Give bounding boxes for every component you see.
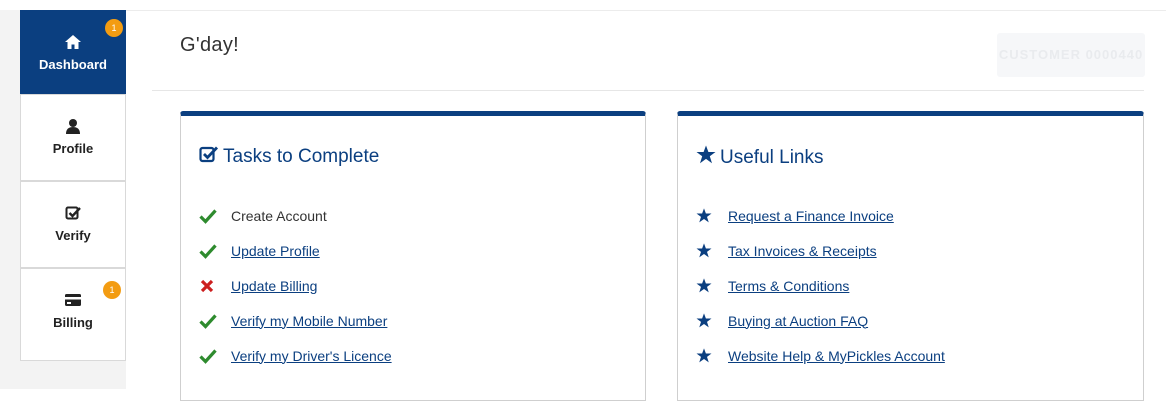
page-title: G'day! bbox=[180, 34, 239, 56]
sidebar-item-label: Dashboard bbox=[39, 57, 107, 72]
star-icon bbox=[696, 348, 728, 363]
update-billing-link[interactable]: Update Billing bbox=[231, 278, 317, 294]
list-item: Update Profile bbox=[199, 233, 392, 268]
star-icon bbox=[696, 145, 716, 170]
tasks-panel-title: Tasks to Complete bbox=[199, 145, 379, 169]
sidebar-item-label: Verify bbox=[55, 228, 91, 243]
sidebar-item-label: Billing bbox=[53, 315, 93, 330]
sidebar-item-dashboard[interactable]: Dashboard 1 bbox=[20, 10, 126, 94]
useful-links-title-text: Useful Links bbox=[720, 146, 824, 168]
notification-badge: 1 bbox=[103, 281, 121, 299]
finance-invoice-link[interactable]: Request a Finance Invoice bbox=[728, 208, 894, 224]
website-help-link[interactable]: Website Help & MyPickles Account bbox=[728, 348, 945, 364]
auction-faq-link[interactable]: Buying at Auction FAQ bbox=[728, 313, 868, 329]
check-square-icon bbox=[21, 204, 125, 222]
sidebar-item-billing[interactable]: Billing 1 bbox=[20, 268, 126, 361]
verify-mobile-link[interactable]: Verify my Mobile Number bbox=[231, 313, 387, 329]
tasks-title-text: Tasks to Complete bbox=[223, 146, 380, 167]
list-item: Update Billing bbox=[199, 268, 392, 303]
list-item: Verify my Mobile Number bbox=[199, 303, 392, 338]
update-profile-link[interactable]: Update Profile bbox=[231, 243, 320, 259]
checkmark-icon bbox=[199, 208, 231, 224]
user-icon bbox=[21, 117, 125, 135]
tax-invoices-link[interactable]: Tax Invoices & Receipts bbox=[728, 243, 877, 259]
list-item: Terms & Conditions bbox=[696, 268, 945, 303]
star-icon bbox=[696, 243, 728, 258]
sidebar-item-label: Profile bbox=[52, 141, 94, 156]
useful-links-panel: Useful Links Request a Finance Invoice T… bbox=[677, 111, 1144, 401]
list-item: Website Help & MyPickles Account bbox=[696, 338, 945, 373]
checkmark-icon bbox=[199, 243, 231, 259]
useful-links-list: Request a Finance Invoice Tax Invoices &… bbox=[696, 198, 945, 373]
customer-number-button[interactable]: CUSTOMER 0000440 bbox=[997, 33, 1145, 77]
tasks-panel: Tasks to Complete Create Account Update … bbox=[180, 111, 646, 401]
task-label: Create Account bbox=[231, 207, 327, 224]
sidebar: Dashboard 1 Profile Verify Billing 1 bbox=[0, 10, 126, 389]
verify-licence-link[interactable]: Verify my Driver's Licence bbox=[231, 348, 392, 364]
checkmark-icon bbox=[199, 313, 231, 329]
star-icon bbox=[696, 313, 728, 328]
star-icon bbox=[696, 278, 728, 293]
sidebar-item-verify[interactable]: Verify bbox=[20, 181, 126, 268]
cross-icon bbox=[199, 278, 231, 294]
list-item: Buying at Auction FAQ bbox=[696, 303, 945, 338]
list-item: Request a Finance Invoice bbox=[696, 198, 945, 233]
list-item: Create Account bbox=[199, 198, 392, 233]
top-border bbox=[0, 0, 1166, 11]
check-square-icon bbox=[199, 145, 219, 169]
checkmark-icon bbox=[199, 348, 231, 364]
divider bbox=[152, 90, 1144, 91]
list-item: Verify my Driver's Licence bbox=[199, 338, 392, 373]
terms-conditions-link[interactable]: Terms & Conditions bbox=[728, 278, 849, 294]
list-item: Tax Invoices & Receipts bbox=[696, 233, 945, 268]
useful-links-panel-title: Useful Links bbox=[696, 145, 824, 170]
star-icon bbox=[696, 208, 728, 223]
notification-badge: 1 bbox=[105, 19, 123, 37]
sidebar-item-profile[interactable]: Profile bbox=[20, 94, 126, 181]
tasks-list: Create Account Update Profile Update Bil… bbox=[199, 198, 392, 373]
